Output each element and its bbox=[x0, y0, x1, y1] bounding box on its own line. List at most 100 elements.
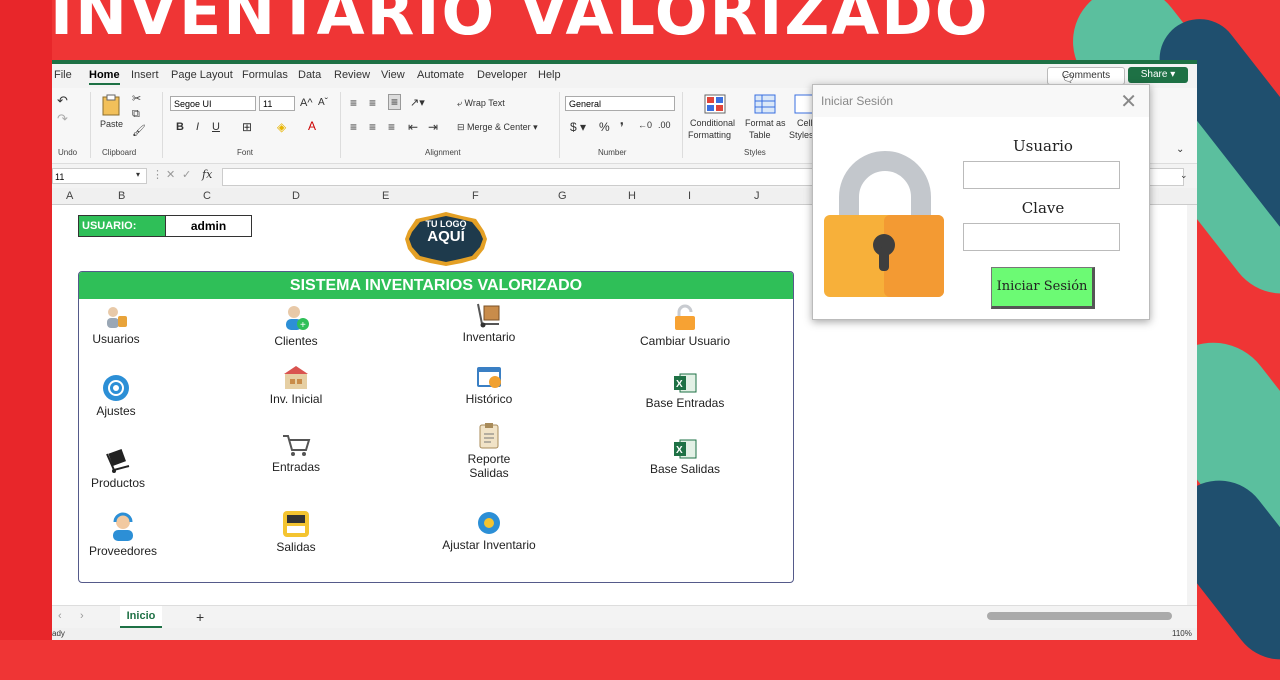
enter-icon[interactable]: ✓ bbox=[182, 168, 191, 181]
cell-styles-label-2[interactable]: Styles bbox=[789, 130, 814, 140]
menu-item-salidas[interactable]: Salidas bbox=[259, 510, 333, 554]
format-as-table-label-2[interactable]: Table bbox=[749, 130, 771, 140]
share-button[interactable]: Share ▾ bbox=[1128, 67, 1188, 83]
underline-icon[interactable]: U bbox=[212, 121, 220, 133]
add-sheet-button[interactable]: + bbox=[196, 609, 204, 625]
column-header[interactable]: B bbox=[118, 190, 125, 202]
menu-item-base-salidas[interactable]: X Base Salidas bbox=[635, 438, 735, 476]
tab-view[interactable]: View bbox=[381, 69, 405, 81]
tab-automate[interactable]: Automate bbox=[417, 69, 464, 81]
cell-styles-label-1[interactable]: Cell bbox=[797, 118, 813, 128]
menu-item-label: Base Entradas bbox=[645, 396, 725, 410]
font-color-icon[interactable]: A bbox=[308, 119, 316, 133]
cut-icon[interactable]: ✂ bbox=[132, 92, 141, 105]
name-box[interactable]: 11 bbox=[52, 168, 147, 184]
format-as-table-label-1[interactable]: Format as bbox=[745, 118, 786, 128]
decrease-decimal-icon[interactable]: .00 bbox=[658, 120, 671, 130]
align-top-icon[interactable]: ≡ bbox=[350, 96, 357, 110]
menu-item-ajustar-inventario[interactable]: Ajustar Inventario bbox=[435, 510, 543, 552]
decrease-indent-icon[interactable]: ⇤ bbox=[408, 120, 418, 134]
menu-item-inventario[interactable]: Inventario bbox=[445, 302, 533, 344]
align-right-icon[interactable]: ≡ bbox=[388, 120, 395, 134]
menu-item-historico[interactable]: Histórico bbox=[445, 364, 533, 406]
menu-item-usuarios[interactable]: Usuarios bbox=[81, 304, 151, 346]
tab-developer[interactable]: Developer bbox=[477, 69, 527, 81]
copy-icon[interactable]: ⧉ bbox=[132, 108, 140, 121]
cancel-icon[interactable]: ✕ bbox=[166, 168, 175, 181]
percent-icon[interactable]: % bbox=[599, 120, 610, 134]
expand-formula-icon[interactable]: ⌄ bbox=[1180, 170, 1188, 181]
column-header[interactable]: I bbox=[688, 190, 691, 202]
bold-icon[interactable]: B bbox=[176, 121, 184, 133]
scroll-tabs-left-icon[interactable]: ‹ bbox=[58, 610, 62, 622]
tab-file[interactable]: File bbox=[54, 69, 72, 81]
redo-icon[interactable]: ↷ bbox=[57, 111, 68, 127]
italic-icon[interactable]: I bbox=[196, 121, 199, 133]
tab-formulas[interactable]: Formulas bbox=[242, 69, 288, 81]
menu-item-reporte-salidas[interactable]: Reporte Salidas bbox=[445, 422, 533, 480]
orientation-icon[interactable]: ↗▾ bbox=[410, 96, 425, 109]
scroll-tabs-right-icon[interactable]: › bbox=[80, 610, 84, 622]
decrease-font-icon[interactable]: Aˇ bbox=[318, 97, 328, 108]
menu-item-entradas[interactable]: Entradas bbox=[259, 432, 333, 474]
column-header[interactable]: C bbox=[203, 190, 211, 202]
font-name-select[interactable]: Segoe UI bbox=[170, 96, 256, 111]
column-header[interactable]: A bbox=[66, 190, 73, 202]
warehouse-icon bbox=[284, 366, 308, 389]
column-header[interactable]: J bbox=[754, 190, 760, 202]
usuario-input[interactable] bbox=[963, 161, 1120, 189]
paste-label[interactable]: Paste bbox=[100, 119, 123, 129]
number-format-select[interactable]: General bbox=[565, 96, 675, 111]
format-painter-icon[interactable]: 🖌 bbox=[132, 124, 146, 137]
insert-function-icon[interactable]: fx bbox=[202, 168, 212, 181]
undo-icon[interactable]: ↶ bbox=[57, 93, 68, 109]
tab-insert[interactable]: Insert bbox=[131, 69, 159, 81]
format-as-table-icon[interactable] bbox=[754, 94, 776, 114]
align-center-icon[interactable]: ≡ bbox=[369, 120, 376, 134]
align-middle-icon[interactable]: ≡ bbox=[369, 96, 376, 110]
conditional-formatting-icon[interactable] bbox=[704, 94, 726, 114]
clave-input[interactable] bbox=[963, 223, 1120, 251]
align-bottom-icon[interactable]: ≡ bbox=[388, 94, 402, 110]
sheet-tab-inicio[interactable]: Inicio bbox=[120, 606, 162, 628]
increase-decimal-icon[interactable]: ←0 bbox=[638, 120, 652, 130]
login-button[interactable]: Iniciar Sesión bbox=[991, 267, 1095, 309]
borders-icon[interactable]: ⊞ bbox=[242, 120, 252, 134]
column-header[interactable]: G bbox=[558, 190, 567, 202]
fill-color-icon[interactable]: ◈ bbox=[277, 120, 286, 134]
menu-item-productos[interactable]: Productos bbox=[81, 446, 155, 490]
collapse-ribbon-icon[interactable]: ⌄ bbox=[1176, 144, 1184, 155]
zoom-level[interactable]: 110% bbox=[1172, 629, 1192, 638]
conditional-formatting-label-2[interactable]: Formatting bbox=[688, 130, 731, 140]
menu-item-cambiar-usuario[interactable]: Cambiar Usuario bbox=[635, 304, 735, 348]
options-icon[interactable]: ⋮ bbox=[152, 168, 163, 181]
name-box-dropdown-icon[interactable]: ▾ bbox=[136, 170, 140, 179]
paste-icon[interactable] bbox=[100, 94, 122, 116]
menu-item-ajustes[interactable]: Ajustes bbox=[81, 374, 151, 418]
tab-review[interactable]: Review bbox=[334, 69, 370, 81]
menu-item-clientes[interactable]: + Clientes bbox=[259, 304, 333, 348]
currency-icon[interactable]: $ ▾ bbox=[570, 120, 586, 134]
comma-style-icon[interactable]: ❜ bbox=[620, 120, 624, 134]
menu-item-proveedores[interactable]: Proveedores bbox=[81, 512, 165, 558]
tab-help[interactable]: Help bbox=[538, 69, 561, 81]
align-left-icon[interactable]: ≡ bbox=[350, 120, 357, 134]
comments-button[interactable]: 🗨 Comments bbox=[1047, 67, 1125, 85]
wrap-text-button[interactable]: ⤶ Wrap Text bbox=[457, 98, 505, 109]
column-header[interactable]: F bbox=[472, 190, 479, 202]
tab-data[interactable]: Data bbox=[298, 69, 321, 81]
tab-page-layout[interactable]: Page Layout bbox=[171, 69, 233, 81]
merge-center-button[interactable]: ⊟ Merge & Center ▾ bbox=[457, 122, 538, 133]
increase-font-icon[interactable]: A^ bbox=[300, 97, 313, 109]
column-header[interactable]: H bbox=[628, 190, 636, 202]
close-icon[interactable]: ✕ bbox=[1120, 89, 1137, 114]
menu-item-inv-inicial[interactable]: Inv. Inicial bbox=[259, 364, 333, 406]
horizontal-scrollbar[interactable] bbox=[987, 612, 1172, 620]
font-size-select[interactable]: 11 bbox=[259, 96, 295, 111]
increase-indent-icon[interactable]: ⇥ bbox=[428, 120, 438, 134]
menu-item-base-entradas[interactable]: X Base Entradas bbox=[635, 372, 735, 410]
column-header[interactable]: D bbox=[292, 190, 300, 202]
tab-home[interactable]: Home bbox=[89, 69, 120, 85]
conditional-formatting-label-1[interactable]: Conditional bbox=[690, 118, 735, 128]
column-header[interactable]: E bbox=[382, 190, 389, 202]
